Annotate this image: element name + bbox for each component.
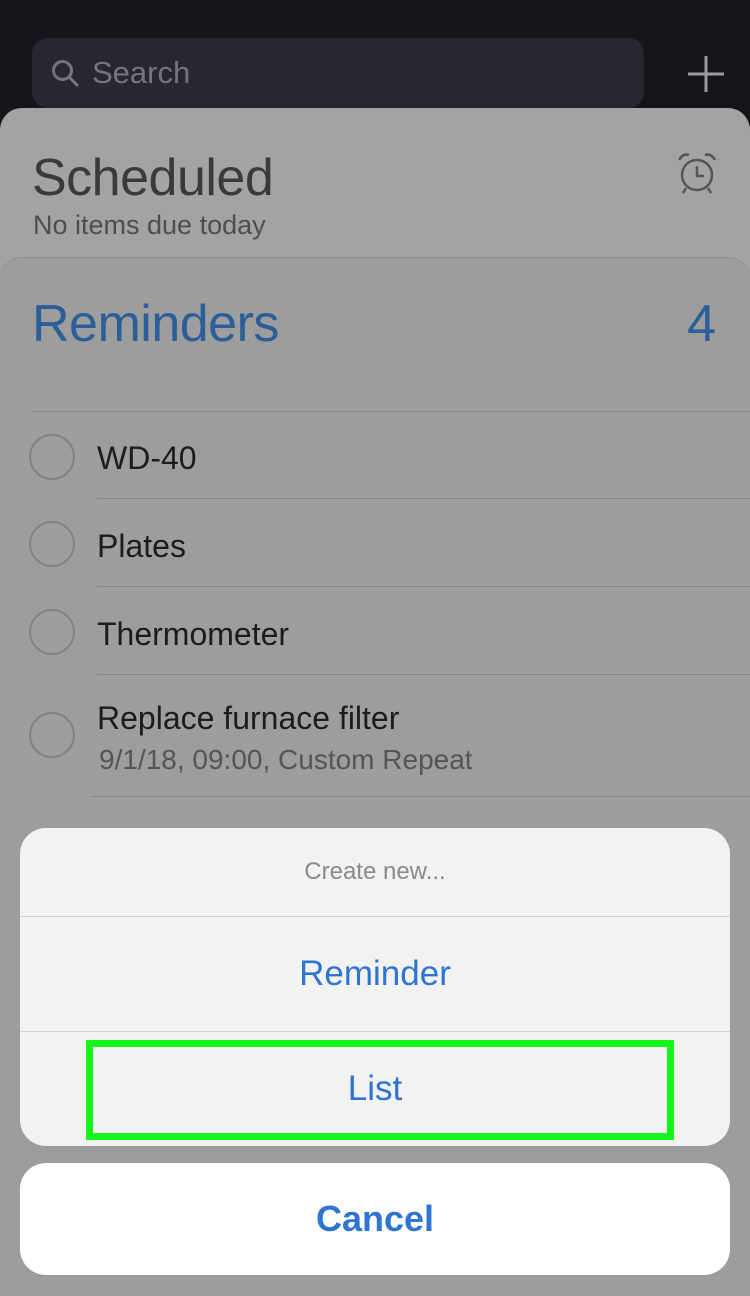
reminder-detail: 9/1/18, 09:00, Custom Repeat (99, 744, 473, 775)
alarm-clock-icon (677, 153, 717, 194)
divider (97, 586, 750, 587)
reminder-title[interactable]: Thermometer (97, 616, 289, 653)
reminder-checkbox[interactable] (29, 521, 75, 567)
plus-icon[interactable] (684, 52, 728, 96)
reminder-checkbox[interactable] (29, 609, 75, 655)
reminder-title[interactable]: WD-40 (97, 440, 197, 477)
action-sheet-title: Create new... (304, 858, 446, 885)
reminder-option-button[interactable]: Reminder (20, 917, 730, 1031)
divider (32, 411, 750, 412)
reminders-title: Reminders (32, 295, 279, 353)
search-placeholder: Search (92, 55, 191, 90)
divider (97, 498, 750, 499)
search-field[interactable]: Search (32, 38, 644, 108)
reminder-checkbox[interactable] (29, 712, 75, 758)
reminders-count: 4 (687, 295, 716, 353)
reminder-title[interactable]: Plates (97, 528, 186, 565)
divider (90, 796, 750, 797)
scheduled-title: Scheduled (32, 149, 274, 207)
cancel-button[interactable]: Cancel (20, 1163, 730, 1275)
scheduled-subtitle: No items due today (33, 210, 266, 240)
reminder-title[interactable]: Replace furnace filter (97, 700, 399, 737)
divider (97, 674, 750, 675)
reminder-checkbox[interactable] (29, 434, 75, 480)
action-sheet: Create new... Reminder List (20, 828, 730, 1146)
search-icon (52, 60, 79, 87)
list-option-button[interactable]: List (20, 1032, 730, 1146)
